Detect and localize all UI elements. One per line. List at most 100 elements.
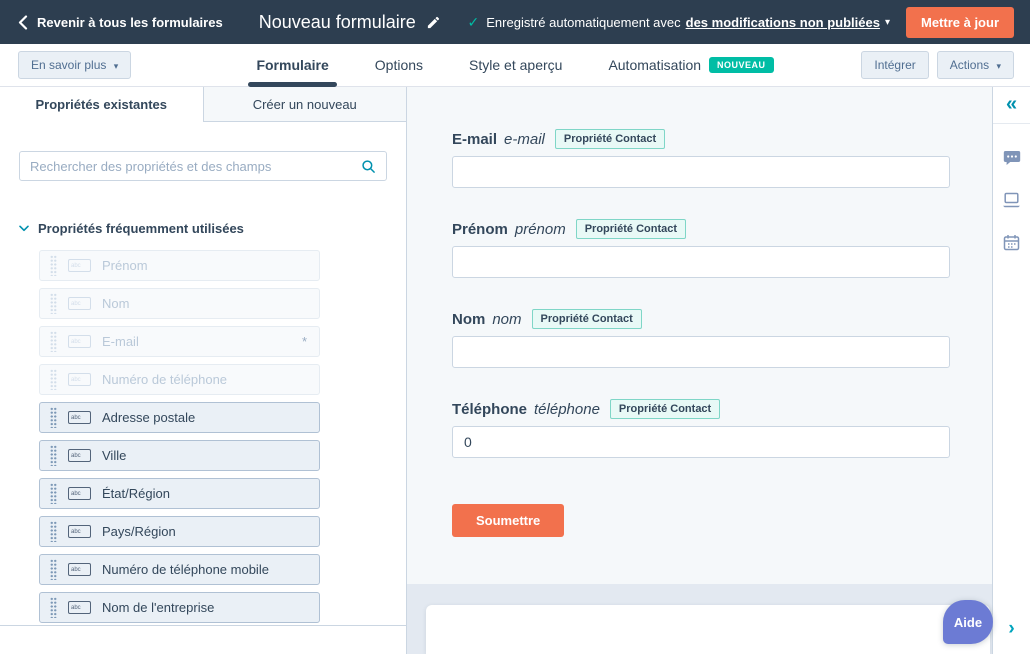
property-label: État/Région xyxy=(102,486,170,501)
property-label: Pays/Région xyxy=(102,524,176,539)
drag-handle-icon[interactable] xyxy=(50,559,57,580)
property-list-item[interactable]: abc Prénom xyxy=(39,250,320,281)
nav-tab[interactable]: Automatisation NOUVEAU xyxy=(608,44,773,86)
property-label: E-mail xyxy=(102,334,139,349)
property-list-item[interactable]: abc Ville xyxy=(39,440,320,471)
text-field-icon: abc xyxy=(68,449,91,462)
integrate-button[interactable]: Intégrer xyxy=(861,51,928,79)
back-to-forms-button[interactable]: Revenir à tous les formulaires xyxy=(0,15,232,30)
frequent-properties-section-header[interactable]: Propriétés fréquemment utilisées xyxy=(19,221,387,236)
property-list-item[interactable]: abc Numéro de téléphone xyxy=(39,364,320,395)
form-preview: E-mail e-mail Propriété Contact Prénom p… xyxy=(407,87,992,584)
property-list: abc Prénom abc Nom abc E-mail * abc Numé… xyxy=(19,250,387,623)
property-list-item[interactable]: abc E-mail * xyxy=(39,326,320,357)
search-icon[interactable] xyxy=(361,159,376,174)
drag-handle-icon[interactable] xyxy=(50,521,57,542)
drag-handle-icon[interactable] xyxy=(50,445,57,466)
drag-handle-icon[interactable] xyxy=(50,483,57,504)
drag-handle-icon[interactable] xyxy=(50,293,57,314)
panel-tabs: Propriétés existantes Créer un nouveau xyxy=(0,87,406,122)
autosave-status-text: Enregistré automatiquement avec xyxy=(486,15,680,30)
form-field[interactable]: Prénom prénom Propriété Contact xyxy=(452,219,950,278)
form-title-area: Nouveau formulaire xyxy=(232,12,468,33)
property-type-badge: Propriété Contact xyxy=(576,219,686,239)
caret-down-icon: ▾ xyxy=(114,61,119,71)
field-input[interactable] xyxy=(452,426,950,458)
form-field[interactable]: Téléphone téléphone Propriété Contact xyxy=(452,399,950,458)
field-internal-name: nom xyxy=(492,311,521,328)
laptop-icon[interactable] xyxy=(1002,192,1021,208)
form-field[interactable]: Nom nom Propriété Contact xyxy=(452,309,950,368)
property-list-item[interactable]: abc État/Région xyxy=(39,478,320,509)
text-field-icon: abc xyxy=(68,563,91,576)
abc-glyph: abc xyxy=(71,491,81,497)
abc-glyph: abc xyxy=(71,339,81,345)
right-rail: « › xyxy=(992,87,1030,654)
property-list-item[interactable]: abc Pays/Région xyxy=(39,516,320,547)
page-title: Nouveau formulaire xyxy=(259,12,416,33)
field-input[interactable] xyxy=(452,156,950,188)
calendar-icon[interactable] xyxy=(1003,234,1020,251)
form-preview-column: E-mail e-mail Propriété Contact Prénom p… xyxy=(407,87,992,654)
property-label: Adresse postale xyxy=(102,410,195,425)
caret-down-icon[interactable]: ▾ xyxy=(885,17,890,28)
drag-handle-icon[interactable] xyxy=(50,597,57,618)
field-header: E-mail e-mail Propriété Contact xyxy=(452,129,950,149)
help-button[interactable]: Aide xyxy=(943,600,993,644)
property-list-item[interactable]: abc Adresse postale xyxy=(39,402,320,433)
rail-divider xyxy=(993,123,1030,124)
field-label: Téléphone xyxy=(452,401,527,418)
back-label: Revenir à tous les formulaires xyxy=(37,15,223,30)
field-input[interactable] xyxy=(452,246,950,278)
abc-glyph: abc xyxy=(71,605,81,611)
drag-handle-icon[interactable] xyxy=(50,331,57,352)
drag-handle-icon[interactable] xyxy=(50,255,57,276)
abc-glyph: abc xyxy=(71,453,81,459)
property-type-badge: Propriété Contact xyxy=(555,129,665,149)
panel-body: Propriétés fréquemment utilisées abc Pré… xyxy=(0,122,406,626)
field-header: Nom nom Propriété Contact xyxy=(452,309,950,329)
learn-more-button[interactable]: En savoir plus ▾ xyxy=(18,51,131,79)
main-area: Propriétés existantes Créer un nouveau P… xyxy=(0,87,1030,654)
nav-tabs: Formulaire Options Style et aperçu Autom… xyxy=(256,44,773,86)
field-label: Nom xyxy=(452,311,485,328)
property-type-badge: Propriété Contact xyxy=(610,399,720,419)
form-field[interactable]: E-mail e-mail Propriété Contact xyxy=(452,129,950,188)
edit-pencil-icon[interactable] xyxy=(426,15,441,30)
abc-glyph: abc xyxy=(71,415,81,421)
comments-icon[interactable] xyxy=(1003,150,1021,166)
unpublished-changes-link[interactable]: des modifications non publiées xyxy=(686,15,880,30)
collapse-panel-icon[interactable]: « xyxy=(1006,94,1017,114)
secondary-nav: En savoir plus ▾ Formulaire Options Styl… xyxy=(0,44,1030,87)
property-list-item[interactable]: abc Nom xyxy=(39,288,320,319)
nav-tab-label: Automatisation xyxy=(608,57,701,73)
nav-tab[interactable]: Options xyxy=(375,44,423,86)
nav-tab-label: Options xyxy=(375,57,423,73)
property-label: Nom xyxy=(102,296,129,311)
abc-glyph: abc xyxy=(71,567,81,573)
drag-handle-icon[interactable] xyxy=(50,407,57,428)
learn-more-label: En savoir plus xyxy=(31,58,106,72)
property-label: Numéro de téléphone mobile xyxy=(102,562,269,577)
tab-create-new[interactable]: Créer un nouveau xyxy=(204,87,407,122)
field-label: Prénom xyxy=(452,221,508,238)
drag-handle-icon[interactable] xyxy=(50,369,57,390)
abc-glyph: abc xyxy=(71,263,81,269)
property-label: Numéro de téléphone xyxy=(102,372,227,387)
check-icon: ✓ xyxy=(468,14,480,31)
property-list-item[interactable]: abc Nom de l'entreprise xyxy=(39,592,320,623)
expand-rail-icon[interactable]: › xyxy=(1008,619,1014,638)
property-list-item[interactable]: abc Numéro de téléphone mobile xyxy=(39,554,320,585)
search-input[interactable] xyxy=(30,159,361,174)
nav-tab[interactable]: Formulaire xyxy=(256,44,328,86)
text-field-icon: abc xyxy=(68,525,91,538)
tab-existing-properties[interactable]: Propriétés existantes xyxy=(0,87,204,122)
nav-tab[interactable]: Style et aperçu xyxy=(469,44,562,86)
text-field-icon: abc xyxy=(68,373,91,386)
field-input[interactable] xyxy=(452,336,950,368)
text-field-icon: abc xyxy=(68,335,91,348)
actions-button[interactable]: Actions ▾ xyxy=(937,51,1014,79)
update-button[interactable]: Mettre à jour xyxy=(906,7,1014,38)
submit-button[interactable]: Soumettre xyxy=(452,504,564,537)
field-header: Téléphone téléphone Propriété Contact xyxy=(452,399,950,419)
